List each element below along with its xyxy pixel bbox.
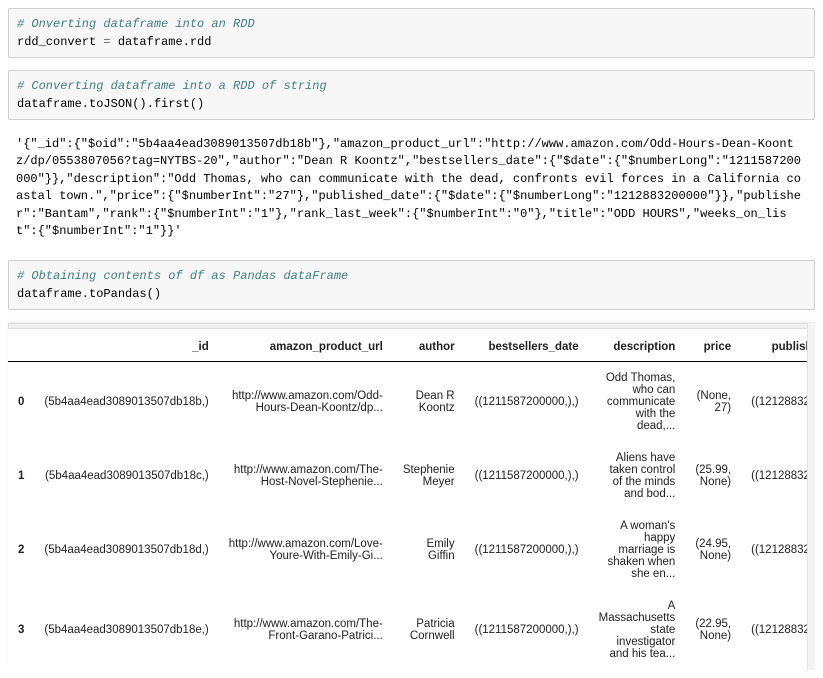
code-comment: # Converting dataframe into a RDD of str… xyxy=(17,79,327,93)
cell-pd: ((1212883200000,),) xyxy=(741,442,815,510)
cell-pd: ((1212883200000,),) xyxy=(741,590,815,670)
cell-bd: ((1211587200000,),) xyxy=(465,510,589,590)
cell-url: http://www.amazon.com/The-Front-Garano-P… xyxy=(219,590,393,670)
cell-id: (5b4aa4ead3089013507db18b,) xyxy=(34,362,218,443)
cell-price: (25.99, None) xyxy=(685,442,741,510)
output-json-string: '{"_id":{"$oid":"5b4aa4ead3089013507db18… xyxy=(8,132,815,244)
cell-desc: A Massachusetts state investigator and h… xyxy=(589,590,686,670)
cell-url: http://www.amazon.com/The-Host-Novel-Ste… xyxy=(219,442,393,510)
cell-price: (24.95, None) xyxy=(685,510,741,590)
col-author: author xyxy=(393,333,465,362)
col-published-date: published_date xyxy=(741,333,815,362)
col-price: price xyxy=(685,333,741,362)
cell-price: (22.95, None) xyxy=(685,590,741,670)
code-comment: # Onverting dataframe into an RDD xyxy=(17,17,255,31)
cell-author: Dean R Koontz xyxy=(393,362,465,443)
cell-id: (5b4aa4ead3089013507db18e,) xyxy=(34,590,218,670)
col-url: amazon_product_url xyxy=(219,333,393,362)
row-index: 1 xyxy=(8,442,34,510)
cell-author: Patricia Cornwell xyxy=(393,590,465,670)
row-index: 0 xyxy=(8,362,34,443)
cell-desc: Aliens have taken control of the minds a… xyxy=(589,442,686,510)
scrollbar-horizontal-top[interactable] xyxy=(8,323,815,329)
cell-pd: ((1212883200000,),) xyxy=(741,362,815,443)
col-bestsellers-date: bestsellers_date xyxy=(465,333,589,362)
code-line: dataframe.toPandas() xyxy=(17,287,161,301)
cell-url: http://www.amazon.com/Love-Youre-With-Em… xyxy=(219,510,393,590)
code-lhs: rdd_convert xyxy=(17,35,96,49)
cell-bd: ((1211587200000,),) xyxy=(465,442,589,510)
table-header-row: _id amazon_product_url author bestseller… xyxy=(8,333,815,362)
cell-author: Stephenie Meyer xyxy=(393,442,465,510)
cell-bd: ((1211587200000,),) xyxy=(465,590,589,670)
row-index: 3 xyxy=(8,590,34,670)
cell-id: (5b4aa4ead3089013507db18d,) xyxy=(34,510,218,590)
cell-bd: ((1211587200000,),) xyxy=(465,362,589,443)
table-row: 2 (5b4aa4ead3089013507db18d,) http://www… xyxy=(8,510,815,590)
col-index xyxy=(8,333,34,362)
cell-id: (5b4aa4ead3089013507db18c,) xyxy=(34,442,218,510)
code-line: dataframe.toJSON().first() xyxy=(17,97,204,111)
pandas-dataframe-table: _id amazon_product_url author bestseller… xyxy=(8,333,815,670)
table-row: 1 (5b4aa4ead3089013507db18c,) http://www… xyxy=(8,442,815,510)
cell-pd: ((1212883200000,),) xyxy=(741,510,815,590)
table-row: 3 (5b4aa4ead3089013507db18e,) http://www… xyxy=(8,590,815,670)
col-id: _id xyxy=(34,333,218,362)
pandas-table-wrap: _id amazon_product_url author bestseller… xyxy=(8,322,815,670)
cell-author: Emily Giffin xyxy=(393,510,465,590)
scrollbar-vertical[interactable] xyxy=(807,323,815,670)
code-comment: # Obtaining contents of df as Pandas dat… xyxy=(17,269,348,283)
col-description: description xyxy=(589,333,686,362)
code-cell-rdd-convert: # Onverting dataframe into an RDD rdd_co… xyxy=(8,8,815,58)
cell-desc: A woman's happy marriage is shaken when … xyxy=(589,510,686,590)
row-index: 2 xyxy=(8,510,34,590)
cell-desc: Odd Thomas, who can communicate with the… xyxy=(589,362,686,443)
cell-url: http://www.amazon.com/Odd-Hours-Dean-Koo… xyxy=(219,362,393,443)
code-cell-tojson: # Converting dataframe into a RDD of str… xyxy=(8,70,815,120)
code-eq: = xyxy=(96,35,118,49)
code-rhs: dataframe.rdd xyxy=(118,35,212,49)
table-row: 0 (5b4aa4ead3089013507db18b,) http://www… xyxy=(8,362,815,443)
cell-price: (None, 27) xyxy=(685,362,741,443)
code-cell-topandas: # Obtaining contents of df as Pandas dat… xyxy=(8,260,815,310)
